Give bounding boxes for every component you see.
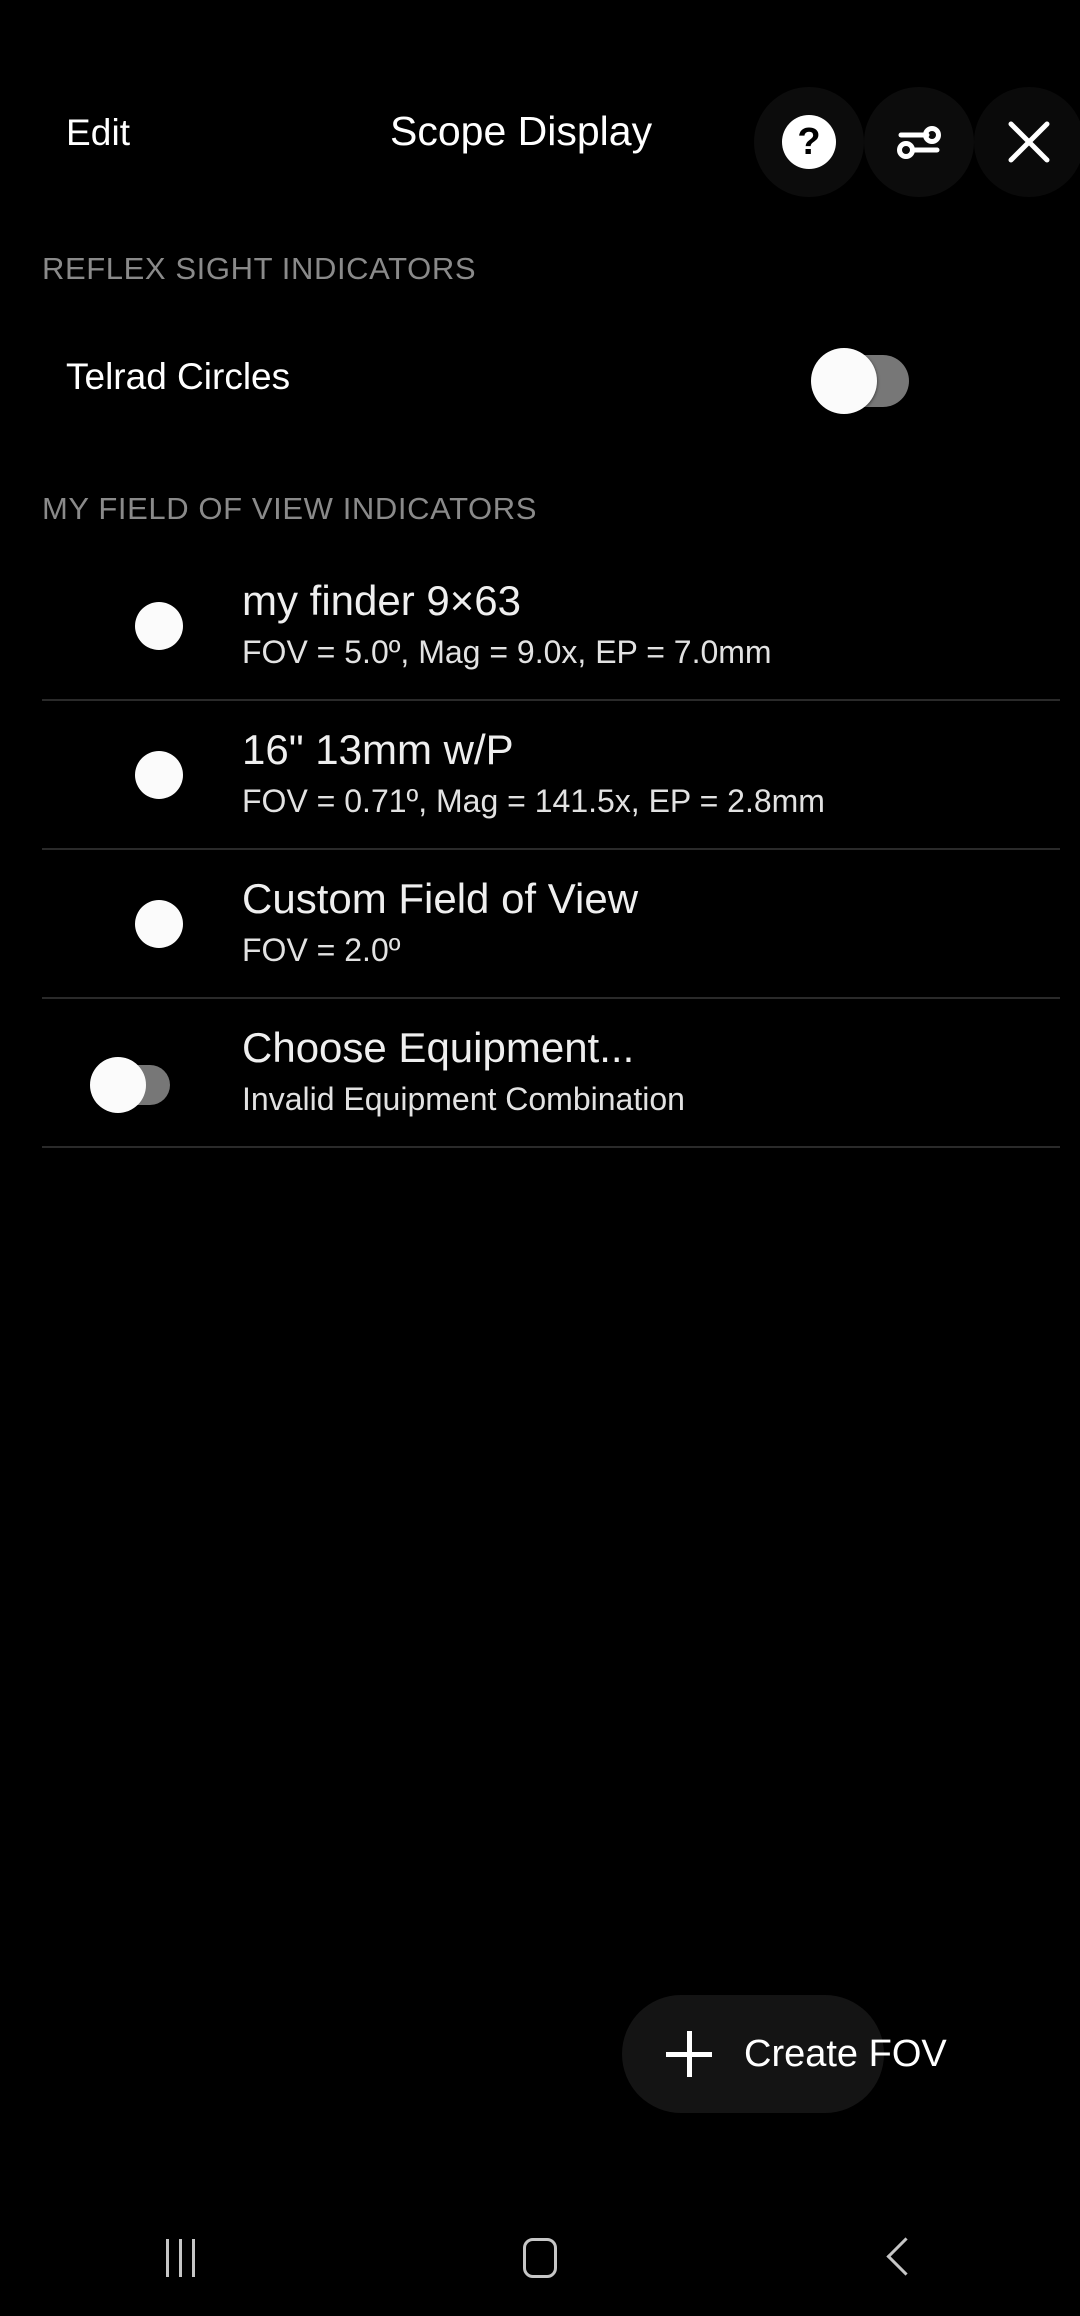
toggle-knob [811, 348, 877, 414]
list-item-text: my finder 9×63 FOV = 5.0º, Mag = 9.0x, E… [242, 574, 1050, 672]
list-item-text: Custom Field of View FOV = 2.0º [242, 872, 1050, 970]
toggle-knob [90, 1057, 146, 1113]
section-header-my-field-of-view: MY FIELD OF VIEW INDICATORS [42, 491, 538, 526]
help-icon: ? [782, 115, 836, 169]
home-icon [523, 2238, 557, 2278]
section-header-reflex-sight: REFLEX SIGHT INDICATORS [42, 251, 477, 286]
list-item-text: Choose Equipment... Invalid Equipment Co… [242, 1021, 1050, 1119]
app-screen: Edit Scope Display ? REFLEX SIGHT INDICA… [0, 0, 1080, 2316]
create-fov-label: Create FOV [744, 2033, 947, 2075]
settings-button[interactable] [864, 87, 974, 197]
nav-home-button[interactable] [360, 2200, 720, 2316]
radio-button-icon[interactable] [135, 900, 183, 948]
list-item[interactable]: 16" 13mm w/P FOV = 0.71º, Mag = 141.5x, … [0, 701, 1080, 850]
nav-recents-button[interactable] [0, 2200, 360, 2316]
fov-indicator-list: my finder 9×63 FOV = 5.0º, Mag = 9.0x, E… [0, 552, 1080, 1148]
telrad-circles-label: Telrad Circles [66, 356, 291, 397]
android-navigation-bar [0, 2200, 1080, 2316]
create-fov-button[interactable]: Create FOV [622, 1995, 947, 2113]
list-item-subtitle: Invalid Equipment Combination [242, 1081, 685, 1117]
help-button[interactable]: ? [754, 87, 864, 197]
close-icon [1003, 116, 1055, 168]
list-item-title: Choose Equipment... [242, 1024, 635, 1071]
recents-icon [165, 2239, 195, 2277]
list-item-subtitle: FOV = 2.0º [242, 932, 401, 968]
list-item-title: 16" 13mm w/P [242, 726, 514, 773]
list-item-subtitle: FOV = 5.0º, Mag = 9.0x, EP = 7.0mm [242, 634, 772, 670]
list-item-title: Custom Field of View [242, 875, 639, 922]
close-button[interactable] [974, 87, 1080, 197]
list-item[interactable]: Choose Equipment... Invalid Equipment Co… [0, 999, 1080, 1148]
list-item[interactable]: Custom Field of View FOV = 2.0º [0, 850, 1080, 999]
plus-icon [666, 2031, 712, 2077]
nav-back-button[interactable] [720, 2200, 1080, 2316]
list-item-title: my finder 9×63 [242, 577, 521, 624]
telrad-circles-row[interactable]: Telrad Circles [0, 326, 1080, 438]
list-item[interactable]: my finder 9×63 FOV = 5.0º, Mag = 9.0x, E… [0, 552, 1080, 701]
sliders-icon [891, 114, 947, 170]
edit-button[interactable]: Edit [66, 111, 130, 155]
header-actions: ? [754, 87, 1080, 197]
list-item-subtitle: FOV = 0.71º, Mag = 141.5x, EP = 2.8mm [242, 783, 825, 819]
divider [42, 1146, 1060, 1148]
list-item-text: 16" 13mm w/P FOV = 0.71º, Mag = 141.5x, … [242, 723, 1050, 821]
radio-button-icon[interactable] [135, 602, 183, 650]
back-icon [886, 2236, 914, 2280]
page-title: Scope Display [390, 108, 653, 154]
app-header: Edit Scope Display ? [0, 0, 1080, 197]
radio-button-icon[interactable] [135, 751, 183, 799]
choose-equipment-toggle[interactable] [90, 1057, 170, 1113]
telrad-circles-toggle[interactable] [811, 348, 909, 414]
